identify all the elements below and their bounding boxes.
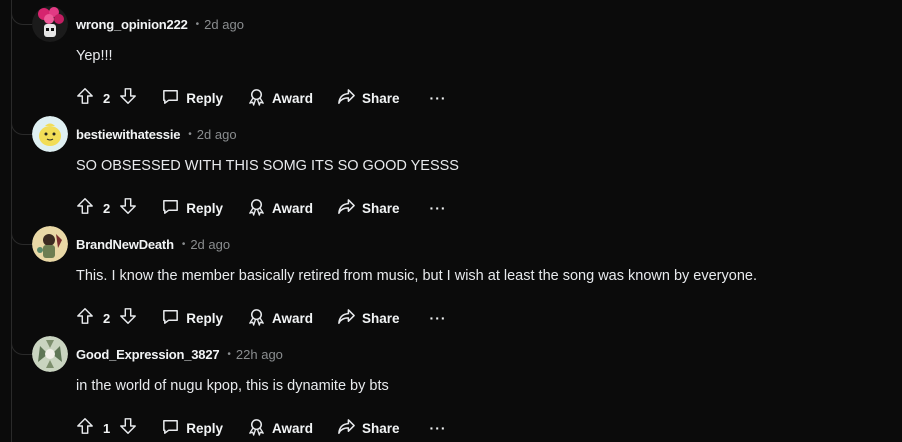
- upvote-icon[interactable]: [76, 197, 94, 220]
- comment-actions: 2 Reply Award Share ···: [76, 304, 447, 332]
- share-label: Share: [362, 420, 400, 436]
- award-icon: [247, 417, 272, 439]
- separator-dot: •: [227, 348, 231, 360]
- vote-group: 2: [76, 87, 137, 110]
- thread-connector: [11, 10, 32, 25]
- vote-group: 1: [76, 417, 137, 440]
- reply-label: Reply: [186, 310, 223, 326]
- award-label: Award: [272, 200, 314, 216]
- downvote-icon[interactable]: [119, 87, 137, 110]
- separator-dot: •: [195, 18, 200, 30]
- comment-text: in the world of nugu kpop, this is dynam…: [76, 378, 389, 394]
- timestamp[interactable]: 2d ago: [204, 17, 244, 32]
- more-options-icon[interactable]: ···: [430, 200, 447, 216]
- upvote-icon[interactable]: [76, 87, 94, 110]
- thread-connector: [11, 120, 32, 135]
- award-button[interactable]: Award: [247, 417, 313, 439]
- share-button[interactable]: Share: [337, 417, 400, 439]
- comment-actions: 2 Reply Award Share ···: [76, 194, 447, 222]
- upvote-icon[interactable]: [76, 417, 94, 440]
- separator-dot: •: [181, 238, 186, 250]
- share-icon: [337, 87, 362, 109]
- username[interactable]: Good_Expression_3827: [76, 347, 220, 362]
- thread-line: [11, 0, 12, 442]
- reply-label: Reply: [186, 200, 223, 216]
- award-icon: [247, 307, 272, 329]
- award-button[interactable]: Award: [247, 87, 313, 109]
- reply-button[interactable]: Reply: [161, 417, 223, 439]
- avatar[interactable]: [32, 336, 68, 372]
- vote-score: 2: [103, 90, 111, 106]
- share-button[interactable]: Share: [337, 87, 400, 109]
- comment-actions: 1 Reply Award Share ···: [76, 414, 447, 442]
- comment-text: SO OBSESSED WITH THIS SOMG ITS SO GOOD Y…: [76, 158, 459, 174]
- award-label: Award: [272, 90, 314, 106]
- comment-text: This. I know the member basically retire…: [76, 268, 757, 284]
- username[interactable]: bestiewithatessie: [76, 127, 180, 142]
- vote-score: 1: [103, 420, 111, 436]
- avatar[interactable]: [32, 226, 68, 262]
- timestamp[interactable]: 22h ago: [236, 347, 283, 362]
- separator-dot: •: [188, 128, 192, 140]
- downvote-icon[interactable]: [119, 417, 137, 440]
- downvote-icon[interactable]: [119, 197, 137, 220]
- avatar[interactable]: [32, 116, 68, 152]
- more-options-icon[interactable]: ···: [430, 420, 447, 436]
- award-button[interactable]: Award: [247, 307, 313, 329]
- comment-icon: [161, 87, 186, 109]
- timestamp[interactable]: 2d ago: [197, 127, 237, 142]
- vote-score: 2: [103, 310, 111, 326]
- share-icon: [337, 197, 362, 219]
- reply-label: Reply: [186, 90, 223, 106]
- share-icon: [337, 417, 362, 439]
- award-button[interactable]: Award: [247, 197, 313, 219]
- reply-button[interactable]: Reply: [161, 87, 223, 109]
- reply-label: Reply: [186, 420, 223, 436]
- award-label: Award: [272, 420, 314, 436]
- share-label: Share: [362, 90, 400, 106]
- award-icon: [247, 87, 272, 109]
- timestamp[interactable]: 2d ago: [190, 237, 230, 252]
- vote-group: 2: [76, 307, 137, 330]
- share-button[interactable]: Share: [337, 307, 400, 329]
- username[interactable]: BrandNewDeath: [76, 237, 174, 252]
- share-icon: [337, 307, 362, 329]
- share-button[interactable]: Share: [337, 197, 400, 219]
- more-options-icon[interactable]: ···: [430, 90, 447, 106]
- vote-score: 2: [103, 200, 111, 216]
- comment-text: Yep!!!: [76, 48, 113, 64]
- share-label: Share: [362, 310, 400, 326]
- thread-connector: [11, 230, 32, 245]
- comment-icon: [161, 417, 186, 439]
- comment-actions: 2 Reply Award Share ···: [76, 84, 447, 112]
- reply-button[interactable]: Reply: [161, 197, 223, 219]
- comment-icon: [161, 307, 186, 329]
- vote-group: 2: [76, 197, 137, 220]
- avatar[interactable]: [32, 6, 68, 42]
- username[interactable]: wrong_opinion222: [76, 17, 188, 32]
- upvote-icon[interactable]: [76, 307, 94, 330]
- award-label: Award: [272, 310, 314, 326]
- award-icon: [247, 197, 272, 219]
- more-options-icon[interactable]: ···: [430, 310, 447, 326]
- share-label: Share: [362, 200, 400, 216]
- comment-icon: [161, 197, 186, 219]
- thread-connector: [11, 340, 32, 355]
- downvote-icon[interactable]: [119, 307, 137, 330]
- reply-button[interactable]: Reply: [161, 307, 223, 329]
